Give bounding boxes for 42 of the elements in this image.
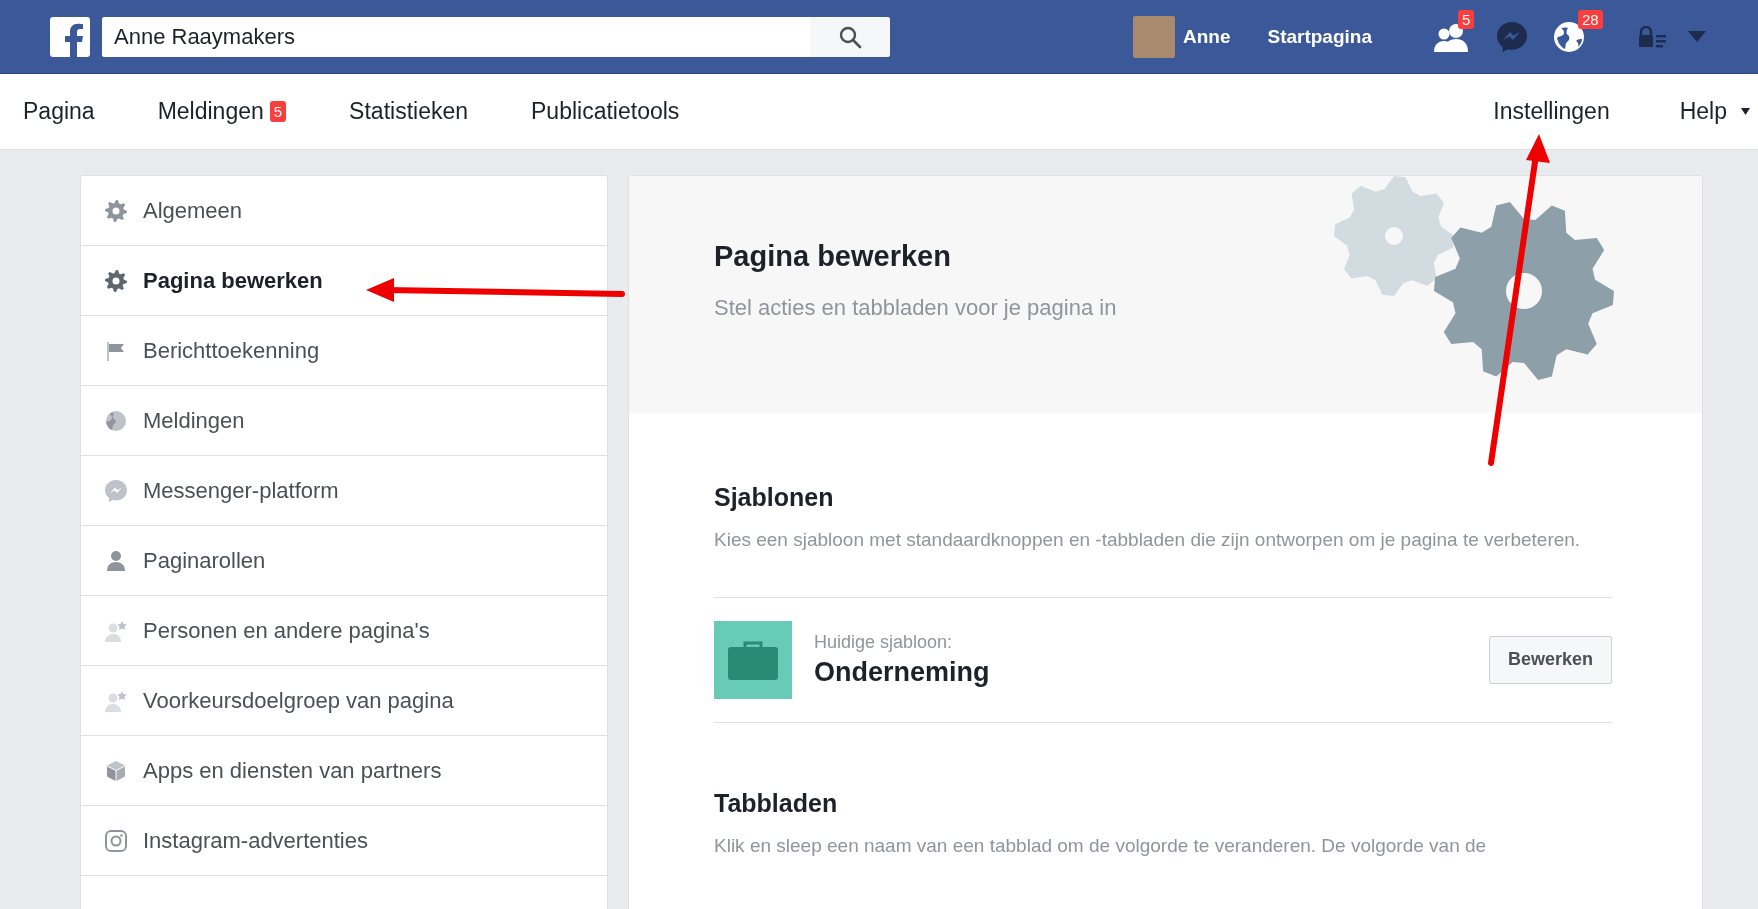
edit-button[interactable]: Bewerken [1488, 635, 1612, 684]
nav-tab[interactable]: Publicatietools [531, 98, 680, 125]
sidebar-item[interactable]: Voorkeursdoelgroep van pagina [81, 666, 607, 736]
avatar-placeholder [1132, 15, 1175, 58]
gear-icon [104, 268, 128, 293]
caret-icon [1741, 108, 1750, 115]
sidebar-item[interactable]: Paginarollen [81, 526, 607, 596]
notification-badge: 28 [1578, 9, 1603, 29]
nav-tab[interactable]: Pagina [23, 98, 95, 125]
section-description: Kies een sjabloon met standaardknoppen en -tabbladen die zijn ontworpen om je pagina te verbeteren. [714, 528, 1582, 552]
nav-tab[interactable]: Help [1679, 98, 1750, 125]
nav-tab[interactable]: Meldingen 5 [157, 98, 287, 125]
home-link[interactable]: Startpagina [1267, 25, 1372, 48]
count-badge: 5 [269, 101, 287, 122]
section-description: Klik en sleep een naam van een tabblad om de volgorde te veranderen. De volgorde van de [714, 833, 1488, 858]
sidebar-item[interactable]: Apps en diensten van partners [81, 736, 607, 806]
sidebar-item[interactable]: Messenger-platform [81, 456, 607, 526]
nav-tab[interactable]: Instellingen [1493, 98, 1610, 125]
sidebar-item[interactable]: Instagram-advertenties [81, 806, 607, 876]
logo-icon[interactable] [50, 16, 90, 57]
notification-badge: 5 [1458, 9, 1475, 29]
sidebar-item[interactable]: Berichttoekenning [81, 316, 607, 386]
instagram-icon [104, 828, 128, 853]
globe-icon [104, 408, 128, 433]
gear-icon [104, 198, 128, 223]
sidebar-item[interactable]: Algemeen [81, 176, 607, 246]
page-subtitle: Stel acties en tabbladen voor je pagina in [714, 295, 1117, 321]
template-name: Onderneming [814, 656, 991, 688]
messenger-icon [103, 477, 129, 504]
profile-link[interactable]: Anne [1132, 15, 1231, 58]
section-heading: Tabbladen [714, 788, 839, 818]
sidebar-item[interactable]: Personen en andere pagina's [81, 596, 607, 666]
section-heading: Sjablonen [714, 483, 835, 512]
nav-tab[interactable]: Statistieken [349, 98, 468, 125]
search-icon [838, 24, 862, 49]
search-button[interactable] [810, 16, 890, 57]
cube-icon [104, 758, 128, 783]
person-icon [104, 548, 128, 573]
briefcase-icon [714, 620, 792, 699]
template-label: Huidige sjabloon: [814, 631, 954, 653]
sidebar-item[interactable]: Meldingen [81, 386, 607, 456]
page-title: Pagina bewerken [714, 240, 952, 273]
